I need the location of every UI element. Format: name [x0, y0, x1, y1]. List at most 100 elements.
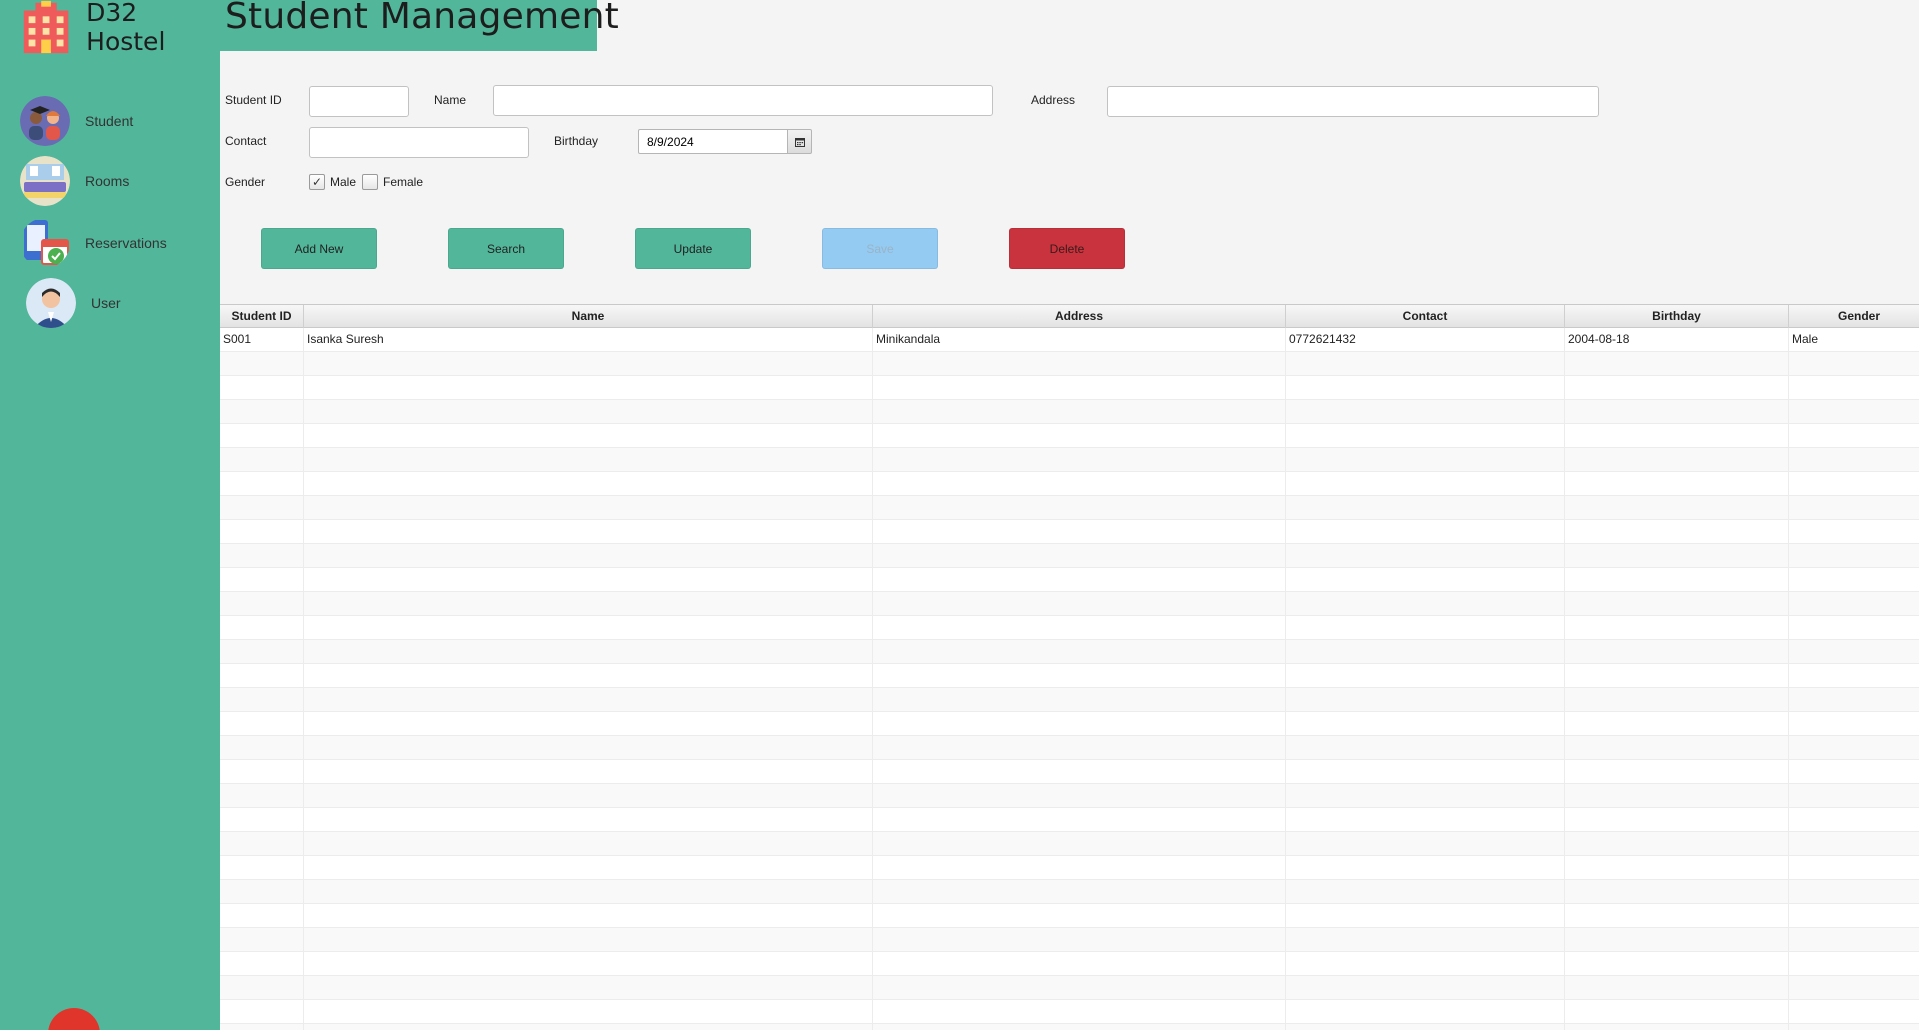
empty-cell [1789, 544, 1919, 568]
table-row-empty [220, 904, 1919, 928]
column-header-contact[interactable]: Contact [1286, 305, 1565, 328]
empty-cell [1565, 640, 1789, 664]
sidebar-item-rooms[interactable]: Rooms [20, 156, 129, 206]
empty-cell [873, 376, 1286, 400]
logout-icon [48, 1008, 100, 1030]
page-title: Student Management [225, 0, 619, 37]
empty-cell [1286, 760, 1565, 784]
brand: D32 Hostel [18, 0, 220, 56]
empty-cell [1286, 928, 1565, 952]
empty-cell [220, 928, 304, 952]
table-row-empty [220, 544, 1919, 568]
student-id-input[interactable] [309, 86, 409, 117]
empty-cell [1286, 952, 1565, 976]
search-button[interactable]: Search [448, 228, 564, 269]
empty-cell [1286, 880, 1565, 904]
column-header-gender[interactable]: Gender [1789, 305, 1919, 328]
sidebar: D32 Hostel Student Rooms Reservations Us… [0, 0, 220, 1030]
empty-cell [220, 664, 304, 688]
empty-cell [1565, 544, 1789, 568]
empty-cell [1286, 496, 1565, 520]
empty-cell [1286, 640, 1565, 664]
room-icon [20, 156, 70, 206]
empty-cell [1789, 928, 1919, 952]
empty-cell [220, 472, 304, 496]
empty-cell [304, 1024, 873, 1030]
column-header-student-id[interactable]: Student ID [220, 305, 304, 328]
empty-cell [1286, 784, 1565, 808]
delete-button[interactable]: Delete [1009, 228, 1125, 269]
empty-cell [304, 376, 873, 400]
user-avatar-icon [26, 278, 76, 328]
sidebar-item-user[interactable]: User [26, 278, 121, 328]
birthday-input[interactable] [638, 129, 788, 154]
empty-cell [220, 496, 304, 520]
empty-cell [1789, 904, 1919, 928]
empty-cell [1565, 352, 1789, 376]
empty-cell [873, 1000, 1286, 1024]
table-row-empty [220, 880, 1919, 904]
empty-cell [1789, 952, 1919, 976]
female-checkbox[interactable] [362, 174, 378, 190]
table-row-empty [220, 760, 1919, 784]
empty-cell [1565, 472, 1789, 496]
table-row[interactable]: S001 Isanka Suresh Minikandala 077262143… [220, 328, 1919, 352]
contact-input[interactable] [309, 127, 529, 158]
logout-button[interactable] [48, 1008, 100, 1030]
empty-cell [1565, 1000, 1789, 1024]
address-input[interactable] [1107, 86, 1599, 117]
empty-cell [1286, 712, 1565, 736]
empty-cell [873, 400, 1286, 424]
name-input[interactable] [493, 85, 993, 116]
column-header-address[interactable]: Address [873, 305, 1286, 328]
empty-cell [1789, 424, 1919, 448]
empty-cell [1789, 1000, 1919, 1024]
empty-cell [220, 880, 304, 904]
add-new-button[interactable]: Add New [261, 228, 377, 269]
update-button[interactable]: Update [635, 228, 751, 269]
sidebar-item-label: User [91, 295, 121, 311]
empty-cell [1789, 640, 1919, 664]
empty-cell [220, 520, 304, 544]
table-row-empty [220, 832, 1919, 856]
column-header-birthday[interactable]: Birthday [1565, 305, 1789, 328]
empty-cell [220, 760, 304, 784]
empty-cell [220, 784, 304, 808]
empty-cell [304, 616, 873, 640]
reservations-icon [24, 220, 69, 265]
table-row-empty [220, 568, 1919, 592]
cell-contact: 0772621432 [1286, 328, 1565, 352]
empty-cell [1286, 808, 1565, 832]
cell-address: Minikandala [873, 328, 1286, 352]
empty-cell [873, 568, 1286, 592]
cell-gender: Male [1792, 332, 1819, 346]
calendar-icon [794, 137, 805, 147]
empty-cell [220, 856, 304, 880]
table-row-empty [220, 976, 1919, 1000]
empty-cell [1286, 616, 1565, 640]
gender-label: Gender [225, 175, 266, 189]
empty-cell [1286, 520, 1565, 544]
male-checkbox[interactable]: ✓ [309, 174, 325, 190]
empty-cell [220, 712, 304, 736]
empty-cell [1286, 976, 1565, 1000]
empty-cell [1286, 1024, 1565, 1030]
cell-birthday: 2004-08-18 [1565, 328, 1789, 352]
calendar-button[interactable] [787, 129, 812, 154]
empty-cell [304, 664, 873, 688]
column-header-name[interactable]: Name [304, 305, 873, 328]
empty-cell [873, 448, 1286, 472]
empty-cell [1789, 592, 1919, 616]
empty-cell [1286, 688, 1565, 712]
sidebar-item-reservations[interactable]: Reservations [20, 218, 167, 268]
empty-cell [1789, 616, 1919, 640]
empty-cell [873, 856, 1286, 880]
empty-cell [873, 832, 1286, 856]
save-button[interactable]: Save [822, 228, 938, 269]
sidebar-item-student[interactable]: Student [20, 96, 133, 146]
cell-student-id: S001 [220, 328, 304, 352]
empty-cell [1789, 976, 1919, 1000]
empty-cell [873, 904, 1286, 928]
empty-cell [220, 544, 304, 568]
empty-cell [1565, 1024, 1789, 1030]
